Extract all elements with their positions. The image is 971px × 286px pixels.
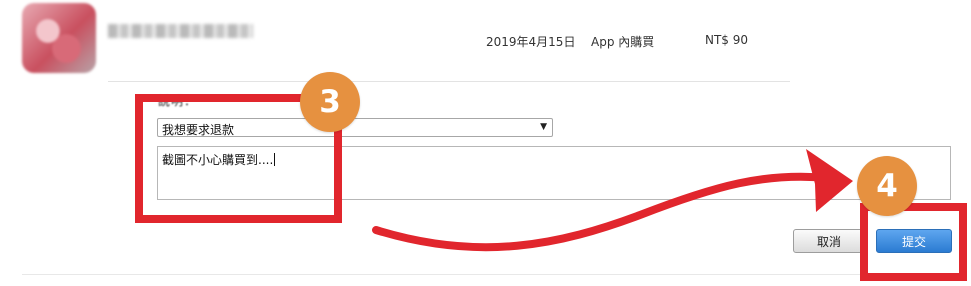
app-icon bbox=[22, 3, 96, 73]
step-badge-3: 3 bbox=[300, 72, 360, 132]
reason-select[interactable]: 我想要求退款 ▼ bbox=[157, 118, 553, 137]
divider bbox=[22, 274, 962, 275]
form-label: 說明： bbox=[158, 94, 198, 108]
cancel-button[interactable]: 取消 bbox=[793, 229, 865, 253]
submit-button[interactable]: 提交 bbox=[876, 229, 952, 253]
reason-select-value: 我想要求退款 bbox=[162, 123, 235, 137]
app-name bbox=[108, 24, 253, 38]
comment-text: 截圖不小心購買到.... bbox=[162, 153, 276, 167]
purchase-date: 2019年4月15日 bbox=[486, 35, 576, 49]
text-cursor bbox=[274, 153, 276, 166]
purchase-price: NT$ 90 bbox=[705, 33, 749, 47]
comment-textarea[interactable]: 截圖不小心購買到.... bbox=[157, 146, 951, 200]
divider bbox=[108, 81, 790, 82]
purchase-type: App 內購買 bbox=[591, 35, 655, 49]
chevron-down-icon: ▼ bbox=[540, 122, 547, 132]
step-badge-4: 4 bbox=[857, 156, 917, 216]
